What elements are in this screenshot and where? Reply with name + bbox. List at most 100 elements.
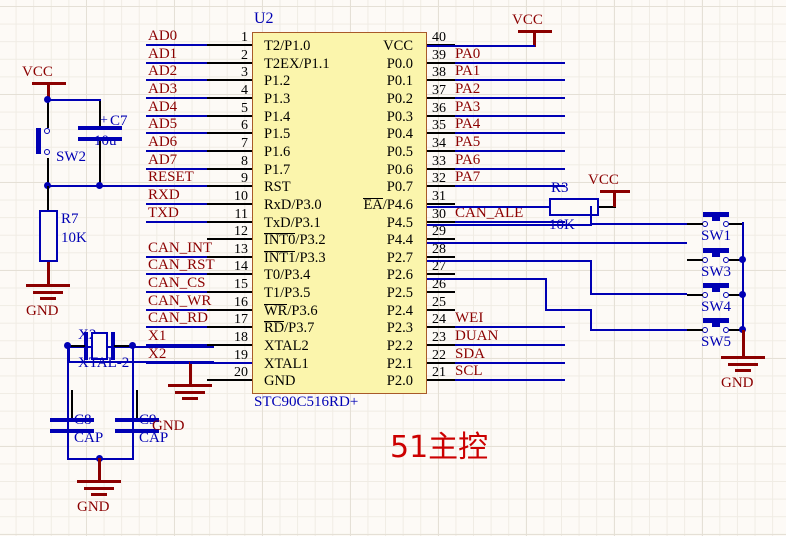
net-label-ad7[interactable]: AD7 <box>148 152 177 169</box>
net-wire-ad2 <box>146 79 207 82</box>
c8-left-drop <box>67 346 69 406</box>
power-label-gnd-xtal: GND <box>77 499 110 515</box>
net-label-pa6[interactable]: PA6 <box>455 152 480 169</box>
net-wire-r-pa6 <box>455 167 565 170</box>
net-label-ad1[interactable]: AD1 <box>148 46 177 63</box>
sw2-actuator-icon <box>36 128 41 154</box>
pin27-sw4-wire-v <box>590 260 592 295</box>
pin-stub-34 <box>427 149 455 152</box>
net-wire-rxd <box>146 202 207 205</box>
sw1-left-lead <box>687 223 703 225</box>
net-label-duan[interactable]: DUAN <box>455 328 498 345</box>
gnd-xtal-bar2 <box>84 487 114 490</box>
pin-stub-29 <box>427 238 455 241</box>
net-label-ad5[interactable]: AD5 <box>148 116 177 133</box>
pin-stub-5 <box>207 114 252 117</box>
sw5-reference: SW5 <box>701 334 731 350</box>
net-label-can-wr[interactable]: CAN_WR <box>148 293 211 310</box>
net-label-scl[interactable]: SCL <box>455 363 483 380</box>
pin-stub-15 <box>207 291 252 294</box>
pin-stub-31 <box>427 202 455 205</box>
net-label-ad2[interactable]: AD2 <box>148 63 177 80</box>
schematic-canvas: U2 STC90C516RD+ T2/P1.0 T2EX/P1.1 P1.2 P1.3… <box>0 0 786 536</box>
net-label-pa0[interactable]: PA0 <box>455 46 480 63</box>
net-wire-r-pa2 <box>455 96 565 99</box>
net-label-pa3[interactable]: PA3 <box>455 99 480 116</box>
pin-stub-11 <box>207 220 252 223</box>
pin-name-21: P2.0 <box>386 373 413 390</box>
net-label-pa1[interactable]: PA1 <box>455 63 480 80</box>
ic-part-number: STC90C516RD+ <box>254 394 359 410</box>
junction-vcc-reset <box>44 96 51 103</box>
sw1-right-lead <box>729 223 743 225</box>
net-label-rxd[interactable]: RXD <box>148 187 180 204</box>
ic-reference-designator: U2 <box>254 10 274 27</box>
power-label-gnd-sw: GND <box>721 375 754 391</box>
net-label-ad3[interactable]: AD3 <box>148 81 177 98</box>
sw4-left-lead <box>687 294 703 296</box>
c9-right-vert <box>132 398 134 460</box>
vcc-stem-r3 <box>613 190 616 207</box>
net-wire-ad6 <box>146 149 207 152</box>
sw4-plunger-icon <box>712 287 720 292</box>
pin-stub-30 <box>427 220 455 223</box>
net-label-x1[interactable]: X1 <box>148 328 166 345</box>
net-label-reset[interactable]: RESET <box>148 169 194 186</box>
pin26-sw5-wire-v2 <box>590 309 592 331</box>
pin-name-39: P0.0 <box>386 55 413 72</box>
pin26-sw5-wire-h2 <box>545 309 592 311</box>
power-label-gnd-r7: GND <box>26 303 59 319</box>
net-label-wei[interactable]: WEI <box>455 310 483 327</box>
c7-reference: C7 <box>110 113 128 129</box>
net-label-can-rst[interactable]: CAN_RST <box>148 257 215 274</box>
pin-stub-9 <box>207 185 252 188</box>
pin-stub-20 <box>207 379 252 382</box>
net-wire-can_rd <box>146 326 207 329</box>
net-label-can-int[interactable]: CAN_INT <box>148 240 212 257</box>
net-label-ad0[interactable]: AD0 <box>148 28 177 45</box>
net-label-txd[interactable]: TXD <box>148 205 179 222</box>
pin27-sw4-wire-h <box>427 260 592 262</box>
pin29-sw1-wire-h <box>427 224 592 226</box>
x1-net-wire <box>68 346 214 348</box>
pin-name-38: P0.1 <box>386 73 413 90</box>
x2-value: XTAL-2 <box>78 355 130 371</box>
sw5-left-lead <box>687 329 703 331</box>
r7-body[interactable] <box>39 210 58 262</box>
net-wire-ad1 <box>146 61 207 64</box>
net-wire-r-pa0 <box>455 61 565 64</box>
sw3-reference: SW3 <box>701 264 731 280</box>
pin-stub-27 <box>427 273 455 276</box>
net-label-pa2[interactable]: PA2 <box>455 81 480 98</box>
pin-name-30: P4.5 <box>386 214 413 231</box>
pin26-sw5-wire-v <box>545 278 547 311</box>
pin-stub-28 <box>427 255 455 258</box>
pin-stub-2 <box>207 61 252 64</box>
gnd-xtal-bar1 <box>77 480 121 483</box>
pin-name-22: P2.1 <box>386 355 413 372</box>
pin-name-29: P4.4 <box>386 232 413 249</box>
net-label-pa4[interactable]: PA4 <box>455 116 480 133</box>
net-label-pa5[interactable]: PA5 <box>455 134 480 151</box>
net-label-pa7[interactable]: PA7 <box>455 169 480 186</box>
c9-right-drop <box>132 346 134 406</box>
net-wire-can_int <box>146 255 207 258</box>
gnd-r7-bar3 <box>40 297 56 300</box>
pin-stub-4 <box>207 96 252 99</box>
sw2-terminal-top[interactable] <box>44 128 50 134</box>
net-label-ad6[interactable]: AD6 <box>148 134 177 151</box>
gnd-mid-bar2 <box>175 391 205 394</box>
net-label-ad4[interactable]: AD4 <box>148 99 177 116</box>
net-label-sda[interactable]: SDA <box>455 346 485 363</box>
net-label-can-rd[interactable]: CAN_RD <box>148 310 208 327</box>
xtal-gnd-stem <box>98 458 101 480</box>
pin-stub-12 <box>207 238 252 241</box>
gnd-r7-bar2 <box>33 291 63 294</box>
net-label-can-cs[interactable]: CAN_CS <box>148 275 206 292</box>
sw1-plunger-icon <box>712 216 720 221</box>
pin-stub-14 <box>207 273 252 276</box>
pin-name-31: EA/P4.6 <box>363 196 413 213</box>
pin-stub-22 <box>427 361 455 364</box>
sw2-terminal-bottom[interactable] <box>44 149 50 155</box>
r3-reference: R3 <box>551 180 569 196</box>
